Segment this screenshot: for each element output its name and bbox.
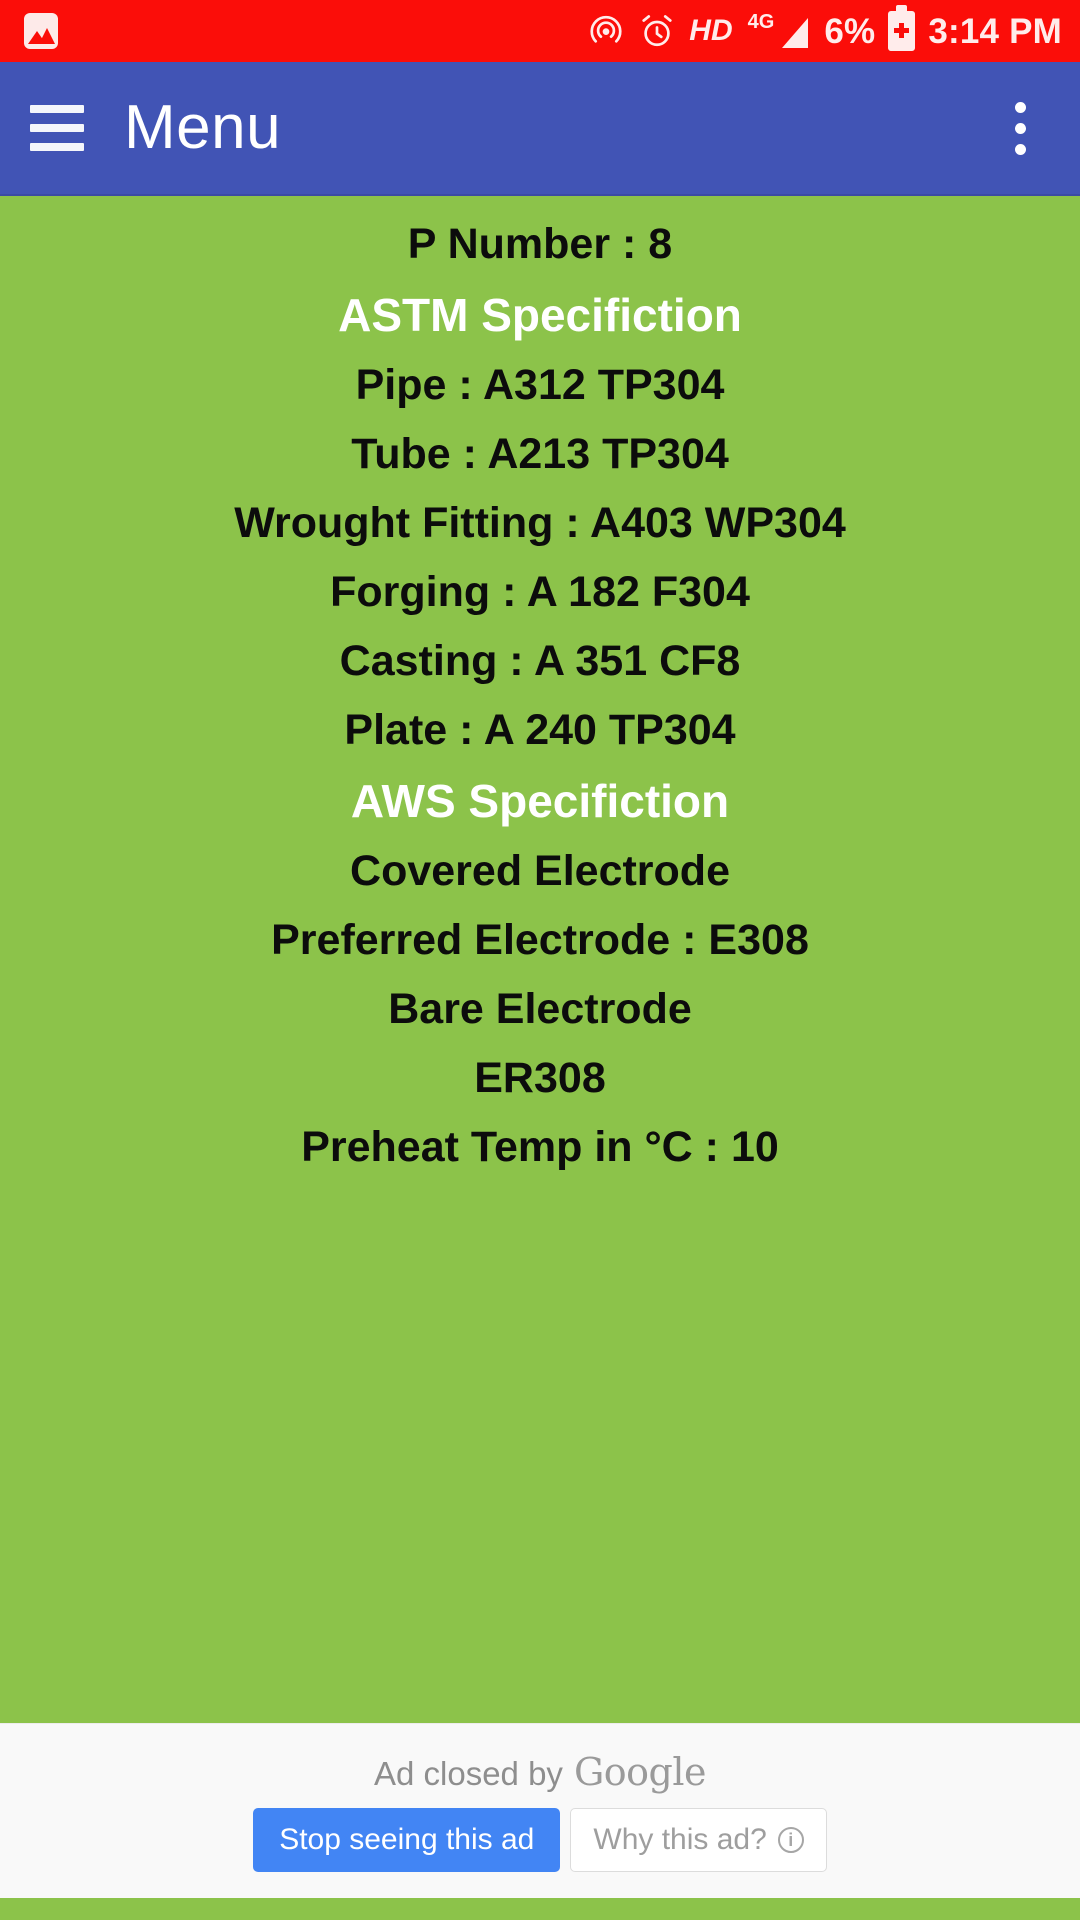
list-item: Preheat Temp in °C : 10 xyxy=(301,1123,779,1171)
google-logo: Google xyxy=(573,1750,707,1794)
list-item: ER308 xyxy=(474,1054,606,1102)
signal-bars-icon xyxy=(782,18,809,48)
network-type-label: 4G xyxy=(747,11,775,33)
ad-closed-text: Ad closed by xyxy=(373,1755,563,1792)
list-item: Bare Electrode xyxy=(388,985,692,1033)
status-bar-notifications xyxy=(24,13,58,49)
specification-list: P Number : 8 ASTM Specifiction Pipe : A3… xyxy=(0,196,1080,1723)
status-bar-system-icons: HD 4G 6% 3:14 PM xyxy=(587,5,1062,51)
why-this-ad-label: Why this ad? xyxy=(593,1823,767,1856)
list-item: Covered Electrode xyxy=(350,847,730,895)
section-heading-aws: AWS Specifiction xyxy=(350,775,730,827)
list-item: Forging : A 182 F304 xyxy=(330,568,750,616)
more-vertical-icon[interactable] xyxy=(990,93,1050,163)
list-item: Tube : A213 TP304 xyxy=(351,430,729,478)
list-item: P Number : 8 xyxy=(407,220,673,268)
phone-screen: HD 4G 6% 3:14 PM Menu P Number : 8 ASTM … xyxy=(0,0,1080,1920)
why-this-ad-button[interactable]: Why this ad? i xyxy=(570,1808,827,1872)
ad-closed-panel: Ad closed by Google Stop seeing this ad … xyxy=(0,1723,1080,1898)
list-item: Casting : A 351 CF8 xyxy=(339,637,741,685)
list-item: Preferred Electrode : E308 xyxy=(271,916,809,964)
section-heading-astm: ASTM Specifiction xyxy=(338,289,742,341)
battery-percent-label: 6% xyxy=(824,11,876,51)
stop-seeing-this-ad-button[interactable]: Stop seeing this ad xyxy=(253,1808,561,1872)
battery-charging-icon xyxy=(888,5,916,51)
status-bar: HD 4G 6% 3:14 PM xyxy=(0,0,1080,62)
hd-label: HD xyxy=(689,14,733,47)
hamburger-menu-icon[interactable] xyxy=(26,97,88,159)
ad-actions: Stop seeing this ad Why this ad? i xyxy=(253,1808,827,1872)
ad-closed-message: Ad closed by Google xyxy=(373,1750,707,1794)
info-icon: i xyxy=(777,1827,804,1853)
list-item: Wrought Fitting : A403 WP304 xyxy=(234,499,846,547)
app-bar: Menu xyxy=(0,62,1080,196)
list-item: Plate : A 240 TP304 xyxy=(344,706,736,754)
hotspot-icon xyxy=(587,12,625,50)
list-item: Pipe : A312 TP304 xyxy=(355,361,725,409)
page-title: Menu xyxy=(124,93,282,162)
alarm-icon xyxy=(638,12,676,50)
clock-label: 3:14 PM xyxy=(928,11,1062,51)
image-icon xyxy=(24,13,58,49)
bottom-strip xyxy=(0,1898,1080,1920)
